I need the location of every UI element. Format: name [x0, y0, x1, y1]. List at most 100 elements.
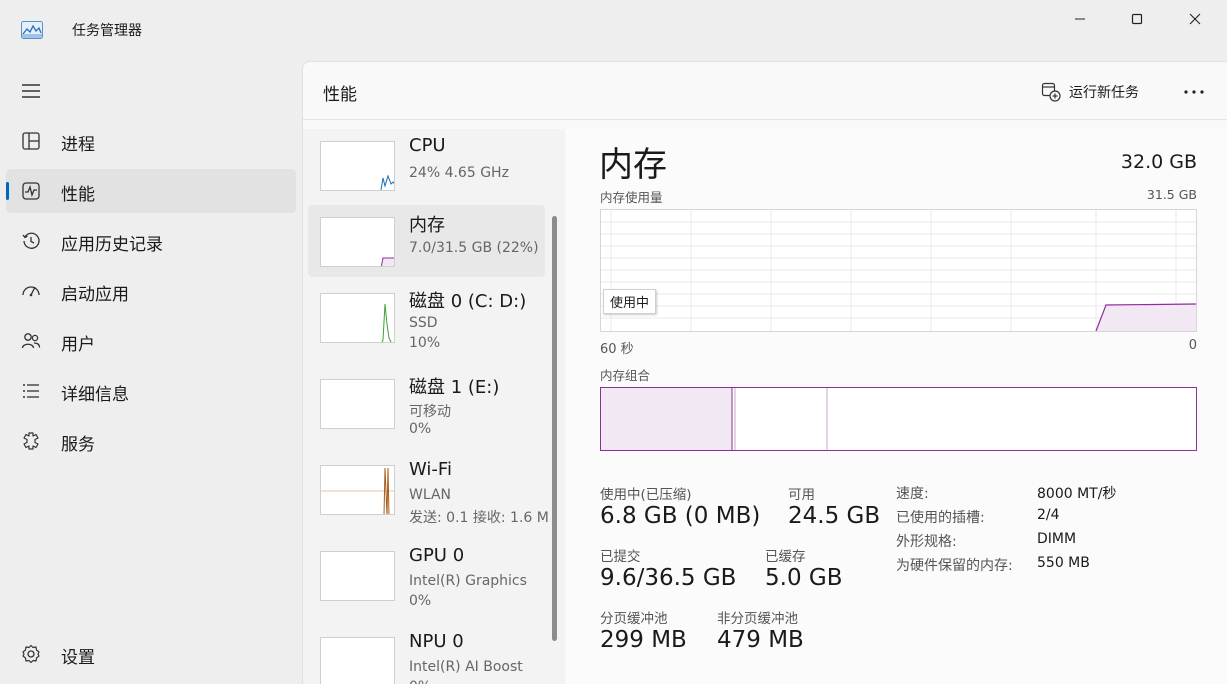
device-item-wifi[interactable]: Wi-Fi WLAN 发送: 0.1 接收: 1.6 M	[308, 453, 549, 526]
prop-slots-key: 已使用的插槽:	[896, 510, 985, 526]
device-thumbnail-graph	[320, 551, 395, 601]
sidebar-item-label: 服务	[61, 435, 95, 455]
sidebar-item-label: 性能	[61, 185, 95, 205]
device-name: GPU 0	[409, 545, 465, 566]
run-new-task-button[interactable]: 运行新任务	[1041, 80, 1139, 104]
device-name: 内存	[409, 215, 445, 236]
graph-time-left: 60 秒	[600, 342, 634, 357]
in-use-value: 6.8 GB (0 MB)	[600, 503, 761, 529]
memory-composition-svg	[601, 388, 828, 450]
sidebar-item-app-history[interactable]: 应用历史记录	[6, 219, 296, 263]
device-detail: WLAN	[409, 487, 452, 503]
device-thumbnail-graph	[320, 379, 395, 429]
active-indicator	[6, 182, 9, 200]
memory-composition-bar	[600, 387, 1197, 451]
sidebar-item-services[interactable]: 服务	[6, 419, 296, 463]
device-thumbnail-graph	[320, 217, 395, 267]
more-icon	[1184, 90, 1204, 94]
device-detail: 24% 4.65 GHz	[409, 165, 509, 181]
sidebar-item-label: 设置	[61, 648, 95, 668]
sidebar: 进程 性能 应用历史记录 启动应用 用户 详细信息 服务 设置	[0, 60, 302, 684]
minimize-button[interactable]	[1051, 0, 1109, 38]
more-options-button[interactable]	[1177, 80, 1211, 104]
available-label: 可用	[788, 487, 815, 503]
device-detail: 发送: 0.1 接收: 1.6 M	[409, 510, 549, 526]
title-bar: 任务管理器	[0, 0, 1227, 60]
sidebar-item-label: 用户	[61, 335, 95, 355]
hamburger-menu-icon[interactable]	[20, 82, 42, 100]
device-detail: 0%	[409, 421, 432, 437]
available-value: 24.5 GB	[788, 503, 881, 529]
close-icon	[1189, 13, 1201, 25]
device-thumbnail-graph	[320, 465, 395, 515]
cached-value: 5.0 GB	[765, 565, 843, 591]
device-item-cpu[interactable]: CPU 24% 4.65 GHz	[308, 129, 545, 201]
task-manager-app-icon	[21, 21, 43, 39]
in-use-tooltip: 使用中	[603, 289, 657, 314]
non-paged-pool-value: 479 MB	[717, 627, 804, 653]
users-icon	[21, 333, 41, 349]
sidebar-item-label: 详细信息	[61, 385, 129, 405]
prop-speed-key: 速度:	[896, 486, 929, 502]
device-thumbnail-graph	[320, 293, 395, 343]
maximize-button[interactable]	[1108, 0, 1166, 38]
memory-usage-graph	[600, 209, 1197, 332]
device-detail: Intel(R) Graphics	[409, 573, 527, 589]
sidebar-item-label: 启动应用	[61, 285, 129, 305]
run-task-icon	[1041, 82, 1061, 102]
main-header: 性能 运行新任务	[303, 62, 1227, 120]
device-item-memory[interactable]: 内存 7.0/31.5 GB (22%)	[308, 205, 545, 277]
memory-composition-label: 内存组合	[600, 368, 651, 383]
device-item-disk-0[interactable]: 磁盘 0 (C: D:) SSD 10%	[308, 281, 545, 353]
committed-value: 9.6/36.5 GB	[600, 565, 737, 591]
device-list-scrollbar[interactable]	[552, 216, 557, 641]
page-title: 性能	[323, 85, 357, 105]
in-use-label: 使用中(已压缩)	[600, 487, 692, 503]
sidebar-item-settings[interactable]: 设置	[6, 632, 296, 676]
prop-speed-value: 8000 MT/秒	[1037, 486, 1117, 502]
non-paged-pool-label: 非分页缓冲池	[717, 611, 798, 627]
device-detail: 0%	[409, 593, 432, 609]
device-item-npu-0[interactable]: NPU 0 Intel(R) AI Boost 0%	[308, 625, 545, 684]
device-list: CPU 24% 4.65 GHz 内存 7.0/31.5 GB (22%) 磁盘…	[303, 129, 565, 684]
settings-icon	[22, 644, 40, 664]
sidebar-item-users[interactable]: 用户	[6, 319, 296, 363]
device-item-gpu-0[interactable]: GPU 0 Intel(R) Graphics 0%	[308, 539, 545, 611]
prop-form-factor-value: DIMM	[1037, 531, 1077, 547]
memory-total: 32.0 GB	[1120, 151, 1197, 173]
history-icon	[22, 232, 40, 249]
sidebar-item-details[interactable]: 详细信息	[6, 369, 296, 413]
device-detail: Intel(R) AI Boost	[409, 659, 523, 675]
sidebar-item-label: 进程	[61, 135, 95, 155]
maximize-icon	[1131, 13, 1143, 25]
startup-icon	[22, 286, 40, 297]
memory-usage-graph-svg	[601, 210, 1197, 332]
sidebar-item-processes[interactable]: 进程	[6, 119, 296, 163]
device-detail: 7.0/31.5 GB (22%)	[409, 240, 539, 256]
graph-time-right: 0	[1188, 338, 1197, 353]
prop-form-factor-key: 外形规格:	[896, 534, 957, 550]
run-task-label: 运行新任务	[1069, 85, 1139, 101]
device-thumbnail-graph	[320, 141, 395, 191]
sidebar-item-performance[interactable]: 性能	[6, 169, 296, 213]
committed-label: 已提交	[600, 549, 641, 565]
device-name: NPU 0	[409, 631, 464, 652]
minimize-icon	[1075, 18, 1085, 20]
window-title: 任务管理器	[72, 23, 142, 39]
main-panel: 性能 运行新任务 CPU 24% 4.65 GHz 内存 7.0/31.5 GB…	[302, 61, 1227, 684]
prop-hw-reserved-value: 550 MB	[1037, 555, 1090, 571]
device-thumbnail-graph	[320, 637, 395, 684]
device-name: CPU	[409, 135, 446, 156]
close-button[interactable]	[1166, 0, 1224, 38]
prop-slots-value: 2/4	[1037, 507, 1060, 523]
device-item-disk-1[interactable]: 磁盘 1 (E:) 可移动 0%	[308, 367, 545, 439]
details-icon	[23, 384, 39, 398]
sidebar-item-label: 应用历史记录	[61, 235, 163, 255]
device-detail: 可移动	[409, 404, 451, 420]
memory-detail-pane: 内存 32.0 GB 内存使用量 31.5 GB 使用中 60 秒 0 内存组合…	[566, 129, 1227, 684]
device-name: 磁盘 0 (C: D:)	[409, 291, 527, 312]
memory-usage-max: 31.5 GB	[1146, 187, 1197, 202]
paged-pool-label: 分页缓冲池	[600, 611, 668, 627]
sidebar-item-startup-apps[interactable]: 启动应用	[6, 269, 296, 313]
detail-title: 内存	[599, 145, 667, 185]
